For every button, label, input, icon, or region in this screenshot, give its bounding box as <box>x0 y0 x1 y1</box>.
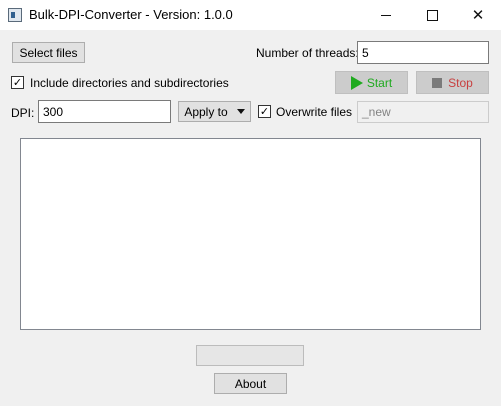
progress-bar <box>196 345 304 366</box>
file-list-area[interactable] <box>20 138 481 330</box>
close-button[interactable]: ✕ <box>455 0 501 30</box>
check-icon: ✓ <box>259 105 270 118</box>
overwrite-label: Overwrite files <box>276 105 353 119</box>
window-title: Bulk-DPI-Converter - Version: 1.0.0 <box>29 7 233 22</box>
stop-label: Stop <box>448 75 473 90</box>
apply-to-label: Apply to <box>184 104 228 119</box>
start-label: Start <box>366 75 393 90</box>
include-dirs-label: Include directories and subdirectories <box>30 76 229 90</box>
maximize-icon <box>426 9 438 21</box>
include-dirs-checkbox[interactable]: ✓ <box>11 76 24 89</box>
play-icon <box>350 75 363 90</box>
title-bar: Bulk-DPI-Converter - Version: 1.0.0 ✕ <box>0 0 501 30</box>
stop-button[interactable]: Stop <box>416 71 489 94</box>
threads-label: Number of threads: <box>256 46 359 60</box>
check-icon: ✓ <box>12 76 23 89</box>
minimize-button[interactable] <box>363 0 409 30</box>
select-files-button[interactable]: Select files <box>12 42 85 63</box>
start-button[interactable]: Start <box>335 71 408 94</box>
about-button[interactable]: About <box>214 373 287 394</box>
threads-input[interactable]: 5 <box>357 41 489 64</box>
overwrite-checkbox[interactable]: ✓ <box>258 105 271 118</box>
close-icon: ✕ <box>471 6 485 24</box>
maximize-button[interactable] <box>409 0 455 30</box>
app-icon <box>8 8 22 22</box>
minimize-icon <box>381 14 391 16</box>
dpi-input[interactable]: 300 <box>38 100 171 123</box>
stop-icon <box>432 77 443 88</box>
apply-to-dropdown[interactable]: Apply to <box>178 101 251 122</box>
dpi-label: DPI: <box>11 106 35 120</box>
chevron-down-icon <box>236 109 245 114</box>
suffix-input[interactable]: _new <box>357 101 489 123</box>
